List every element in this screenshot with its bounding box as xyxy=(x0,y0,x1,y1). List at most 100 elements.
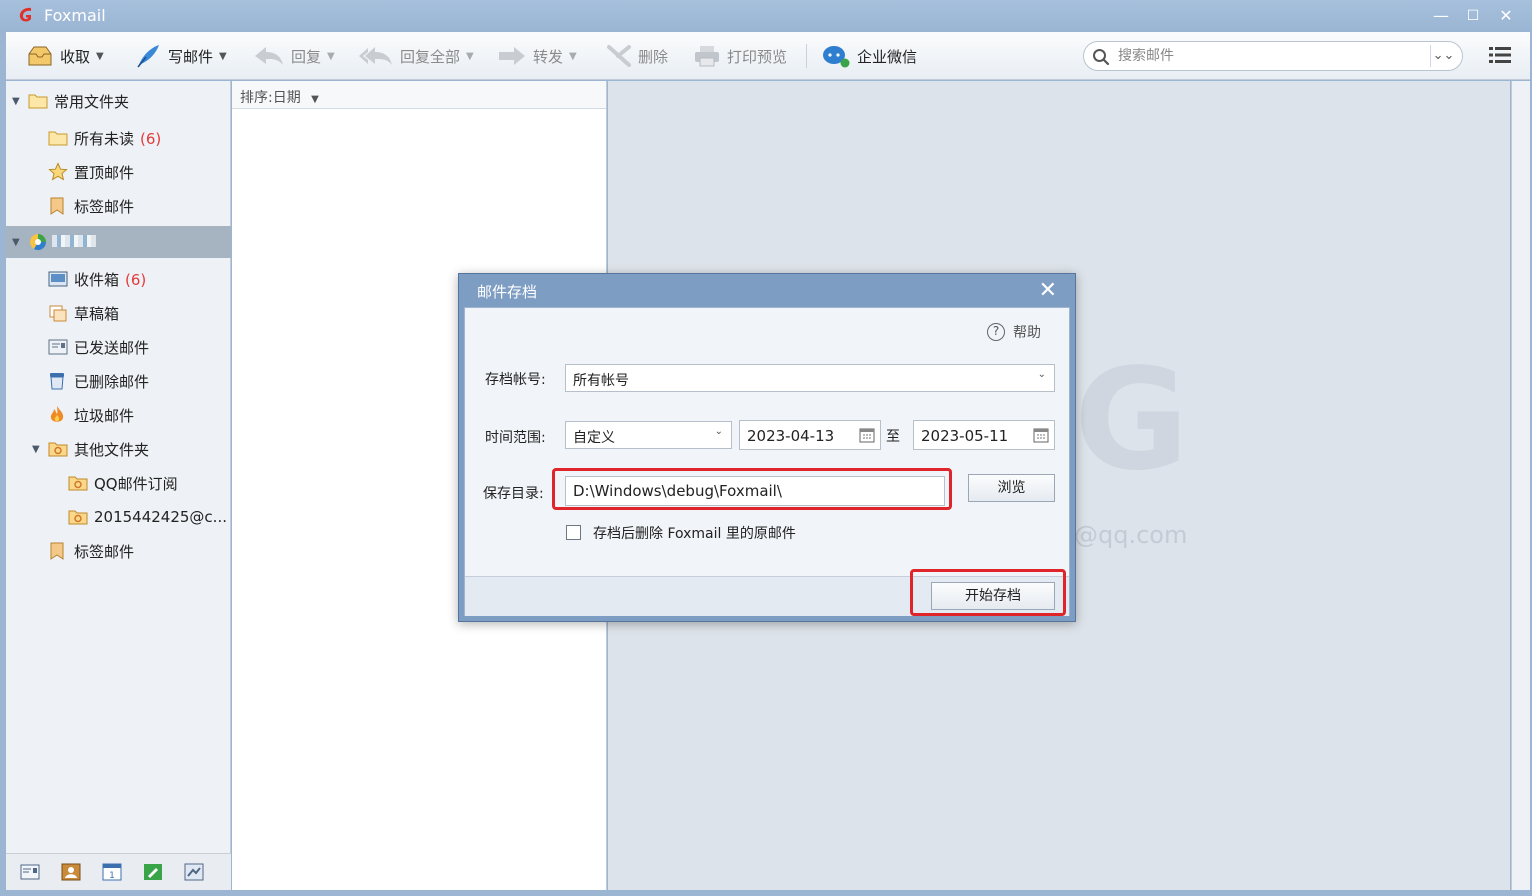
forward-label: 转发 xyxy=(533,47,564,66)
expand-triangle-icon[interactable]: ▼ xyxy=(12,237,20,248)
notes-icon[interactable] xyxy=(143,863,163,881)
reply-button[interactable]: 回复 ▼ xyxy=(253,32,335,80)
bookmark-tag-icon xyxy=(50,542,64,560)
unread-count-badge: (6) xyxy=(140,129,162,148)
print-preview-label: 打印预览 xyxy=(727,47,788,66)
folder-junk[interactable]: 垃圾邮件 xyxy=(6,399,231,431)
account-select[interactable]: 所有帐号 ⌄ xyxy=(565,364,1055,392)
folder-all-unread[interactable]: 所有未读 (6) xyxy=(6,122,231,154)
quill-pen-icon xyxy=(137,45,159,68)
chevron-down-icon: ⌄ xyxy=(1037,369,1046,380)
folder-icon xyxy=(28,94,48,109)
date-to-value: 2023-05-11 xyxy=(921,427,1009,445)
range-select-value: 自定义 xyxy=(573,430,615,446)
folder-label: 标签邮件 xyxy=(74,197,135,216)
feed-icon[interactable] xyxy=(184,863,204,881)
account-avatar-icon xyxy=(30,234,47,251)
print-preview-button[interactable]: 打印预览 xyxy=(693,32,787,80)
account-select-value: 所有帐号 xyxy=(573,373,629,389)
chevron-down-icon[interactable]: ▼ xyxy=(466,51,474,62)
folder-pinned[interactable]: 置顶邮件 xyxy=(6,156,231,188)
help-link[interactable]: ? 帮助 xyxy=(987,322,1041,342)
maximize-button[interactable]: ☐ xyxy=(1460,4,1486,28)
contacts-icon[interactable] xyxy=(61,863,81,881)
delete-button[interactable]: 删除 xyxy=(606,32,668,80)
expand-triangle-icon[interactable]: ▼ xyxy=(12,96,20,107)
range-label: 时间范围: xyxy=(485,430,546,446)
search-icon[interactable] xyxy=(1092,48,1110,66)
dialog-close-button[interactable]: ✕ xyxy=(1039,278,1057,303)
browse-button[interactable]: 浏览 xyxy=(968,474,1055,502)
minimize-button[interactable]: — xyxy=(1428,4,1454,28)
sort-label: 排序:日期 xyxy=(240,90,301,106)
chevron-down-icon[interactable]: ▼ xyxy=(569,51,577,62)
module-switcher: 1 xyxy=(6,853,231,890)
folder-account2[interactable]: 2015442425@c... xyxy=(6,501,231,533)
mail-module-icon[interactable] xyxy=(20,863,40,881)
help-label: 帮助 xyxy=(1013,325,1041,341)
date-to-field[interactable]: 2023-05-11 xyxy=(913,420,1055,450)
delete-after-checkbox[interactable] xyxy=(566,525,581,540)
reply-all-button[interactable]: 回复全部 ▼ xyxy=(358,32,474,80)
unread-count-badge: (6) xyxy=(125,270,147,289)
compose-button[interactable]: 写邮件 ▼ xyxy=(134,32,227,80)
folder-pane: ▼ 常用文件夹 所有未读 (6) 置顶邮件 标签邮件 ▼ 收件箱 (6) 草稿箱 已… xyxy=(6,81,231,890)
sent-mail-icon xyxy=(48,339,68,355)
drafts-icon xyxy=(49,305,67,322)
calendar-icon[interactable] xyxy=(859,427,875,443)
inbox-icon xyxy=(48,271,68,287)
chevron-down-icon[interactable]: ▼ xyxy=(96,51,104,62)
range-select[interactable]: 自定义 ⌄ xyxy=(565,421,732,449)
delete-after-label: 存档后删除 Foxmail 里的原邮件 xyxy=(593,526,796,542)
folder-other[interactable]: ▼ 其他文件夹 xyxy=(6,433,231,465)
folder-tagged[interactable]: 标签邮件 xyxy=(6,190,231,222)
receive-label: 收取 xyxy=(60,47,91,66)
close-window-button[interactable]: ✕ xyxy=(1493,4,1519,28)
toolbar-separator xyxy=(806,44,807,68)
date-to-label: 至 xyxy=(886,429,900,445)
sort-selector[interactable]: 排序:日期 ▼ xyxy=(232,81,606,109)
bookmark-tag-icon xyxy=(50,197,64,215)
directory-label: 保存目录: xyxy=(483,486,544,502)
chevron-down-icon[interactable]: ▼ xyxy=(327,51,335,62)
printer-icon xyxy=(695,46,719,67)
receive-button[interactable]: 收取 ▼ xyxy=(26,32,104,80)
search-input[interactable] xyxy=(1118,46,1418,66)
compose-label: 写邮件 xyxy=(168,47,214,66)
folder-label: 收件箱 xyxy=(74,270,120,289)
folder-drafts[interactable]: 草稿箱 xyxy=(6,297,231,329)
menu-list-icon[interactable] xyxy=(1489,46,1511,64)
folder-inbox[interactable]: 收件箱 (6) xyxy=(6,263,231,295)
star-icon xyxy=(48,162,68,181)
calendar-icon[interactable]: 1 xyxy=(102,863,122,881)
delete-x-icon xyxy=(607,45,631,67)
wecom-button[interactable]: 企业微信 xyxy=(821,32,917,80)
account-email-watermark: @qq.com xyxy=(1074,521,1188,549)
folder-label: 其他文件夹 xyxy=(74,440,150,459)
folder-label: 已删除邮件 xyxy=(74,372,150,391)
reply-label: 回复 xyxy=(291,47,322,66)
help-question-icon: ? xyxy=(987,323,1005,341)
folder-sent[interactable]: 已发送邮件 xyxy=(6,331,231,363)
chevron-down-icon[interactable]: ▼ xyxy=(219,51,227,62)
fire-icon xyxy=(50,406,64,422)
highlight-directory-box xyxy=(552,468,952,510)
folder-qq-subscription[interactable]: QQ邮件订阅 xyxy=(6,467,231,499)
account-item[interactable]: ▼ xyxy=(6,226,231,258)
calendar-icon[interactable] xyxy=(1033,427,1049,443)
special-folder-icon xyxy=(68,476,88,491)
folder-label: 置顶邮件 xyxy=(74,163,135,182)
main-toolbar: 收取 ▼ 写邮件 ▼ 回复 ▼ 回复全部 ▼ 转发 ▼ 删除 打印预览 企业微信 ⌄⌄ xyxy=(6,32,1530,80)
forward-button[interactable]: 转发 ▼ xyxy=(497,32,577,80)
folder-common[interactable]: ▼ 常用文件夹 xyxy=(6,85,231,117)
search-options-chevron-icon[interactable]: ⌄⌄ xyxy=(1430,45,1456,67)
reply-arrow-icon xyxy=(255,47,283,65)
folder-tagged-2[interactable]: 标签邮件 xyxy=(6,535,231,567)
folder-deleted[interactable]: 已删除邮件 xyxy=(6,365,231,397)
folder-icon xyxy=(48,131,68,146)
right-strip xyxy=(1511,81,1530,890)
forward-arrow-icon xyxy=(499,47,525,65)
expand-triangle-icon[interactable]: ▼ xyxy=(32,444,40,455)
date-from-field[interactable]: 2023-04-13 xyxy=(739,420,881,450)
highlight-start-box xyxy=(910,569,1066,616)
